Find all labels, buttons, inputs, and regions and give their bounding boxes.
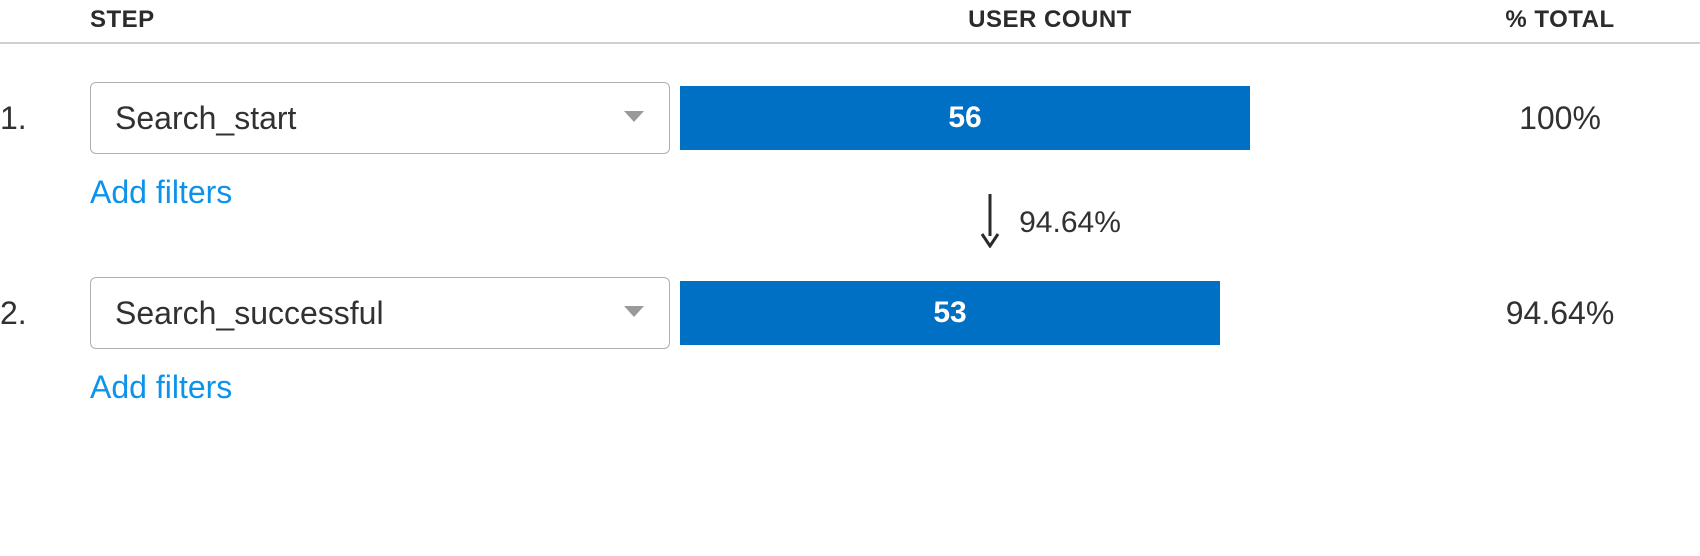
step-row: 2. Search_successful 53 94.64% [0,277,1700,349]
step-event-label: Search_successful [115,295,384,332]
pct-total-value: 94.64% [1420,295,1700,332]
filter-row: Add filters [0,369,1700,406]
step-number: 1. [0,100,90,137]
chevron-down-icon [623,303,645,324]
step-event-select[interactable]: Search_successful [90,277,670,349]
step-row: 1. Search_start 56 100% [0,82,1700,154]
arrow-down-icon [979,192,1001,255]
chevron-down-icon [623,108,645,129]
add-filters-link[interactable]: Add filters [90,369,232,405]
transition-pct: 94.64% [1019,206,1121,240]
step-event-select[interactable]: Search_start [90,82,670,154]
user-count-bar-wrap: 53 [680,281,1420,345]
user-count-bar-wrap: 56 [680,86,1420,150]
table-body: 1. Search_start 56 100% Add filters [0,44,1700,406]
user-count-bar: 56 [680,86,1250,150]
table-header: STEP USER COUNT % TOTAL [0,0,1700,44]
funnel-table: STEP USER COUNT % TOTAL 1. Search_start … [0,0,1700,406]
col-header-step: STEP [90,6,680,34]
col-header-pct-total: % TOTAL [1420,6,1700,34]
step-number: 2. [0,295,90,332]
pct-total-value: 100% [1420,100,1700,137]
transition-row: 94.64% [0,193,1700,253]
col-header-user-count: USER COUNT [680,6,1420,34]
step-event-label: Search_start [115,100,296,137]
user-count-bar: 53 [680,281,1220,345]
